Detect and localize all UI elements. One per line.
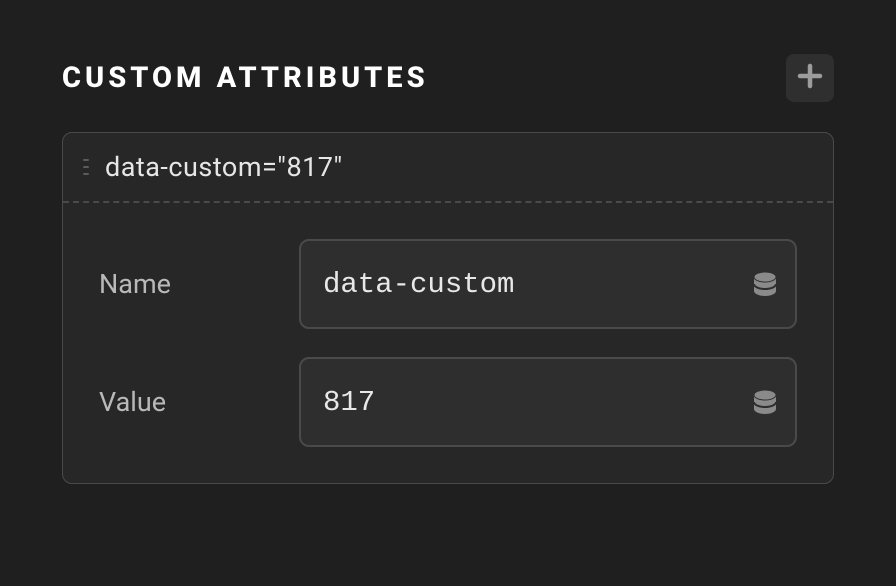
drag-handle-icon[interactable] xyxy=(83,159,89,175)
value-row: Value xyxy=(99,357,797,447)
database-icon[interactable] xyxy=(753,389,777,415)
panel-header: CUSTOM ATTRIBUTES xyxy=(62,54,834,102)
database-icon[interactable] xyxy=(753,271,777,297)
attribute-card: data-custom="817" Name xyxy=(62,132,834,484)
name-row: Name xyxy=(99,239,797,329)
attribute-summary: data-custom="817" xyxy=(105,151,343,183)
name-input[interactable] xyxy=(299,239,797,329)
add-attribute-button[interactable] xyxy=(786,54,834,102)
attribute-card-body: Name Value xyxy=(63,203,833,483)
custom-attributes-panel: CUSTOM ATTRIBUTES data-custom="817" Name xyxy=(0,0,896,514)
panel-title: CUSTOM ATTRIBUTES xyxy=(62,61,429,95)
value-input-wrap xyxy=(299,357,797,447)
attribute-card-header[interactable]: data-custom="817" xyxy=(63,133,833,203)
value-input[interactable] xyxy=(299,357,797,447)
value-label: Value xyxy=(99,386,299,418)
name-input-wrap xyxy=(299,239,797,329)
name-label: Name xyxy=(99,268,299,300)
plus-icon xyxy=(797,63,823,93)
